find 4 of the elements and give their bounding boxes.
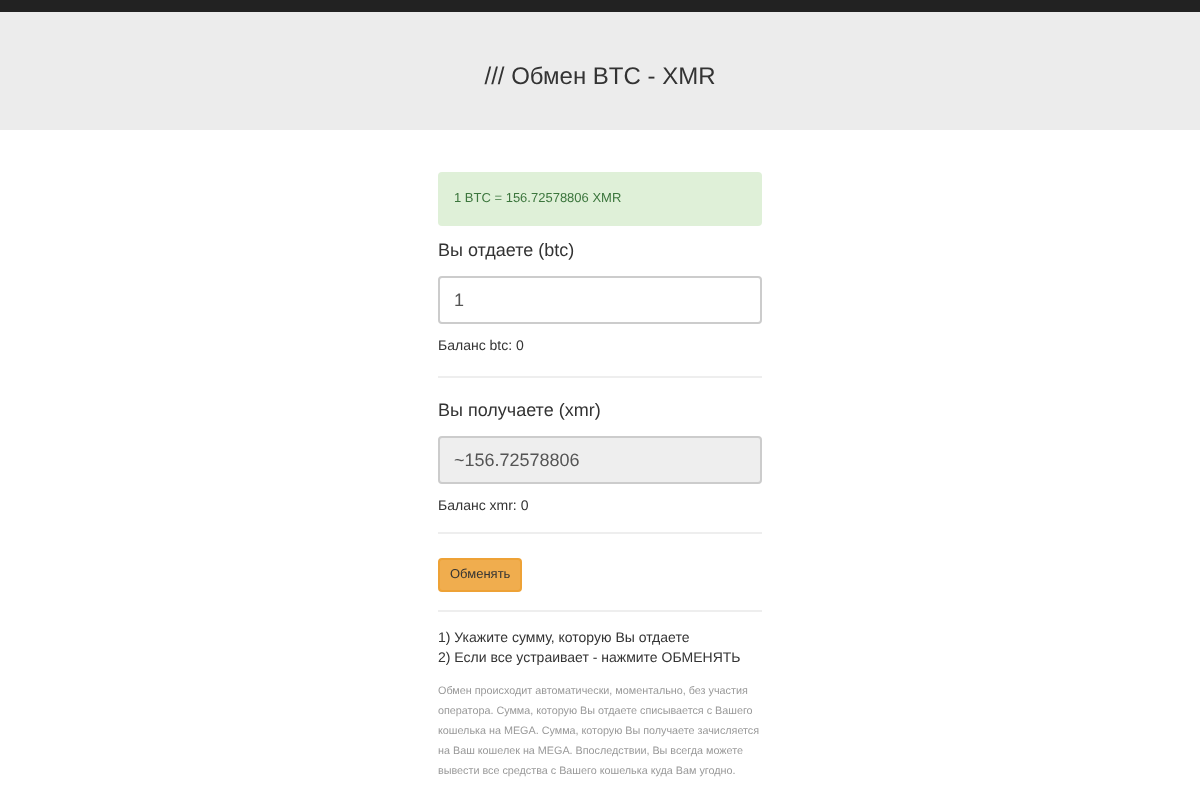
page-title: /// Обмен BTC - XMR: [484, 61, 716, 89]
field-label: Вы отдаете (btc): [438, 240, 577, 260]
field-label: Вы получаете (xmr): [438, 400, 603, 420]
input-field[interactable]: 1: [438, 276, 762, 324]
